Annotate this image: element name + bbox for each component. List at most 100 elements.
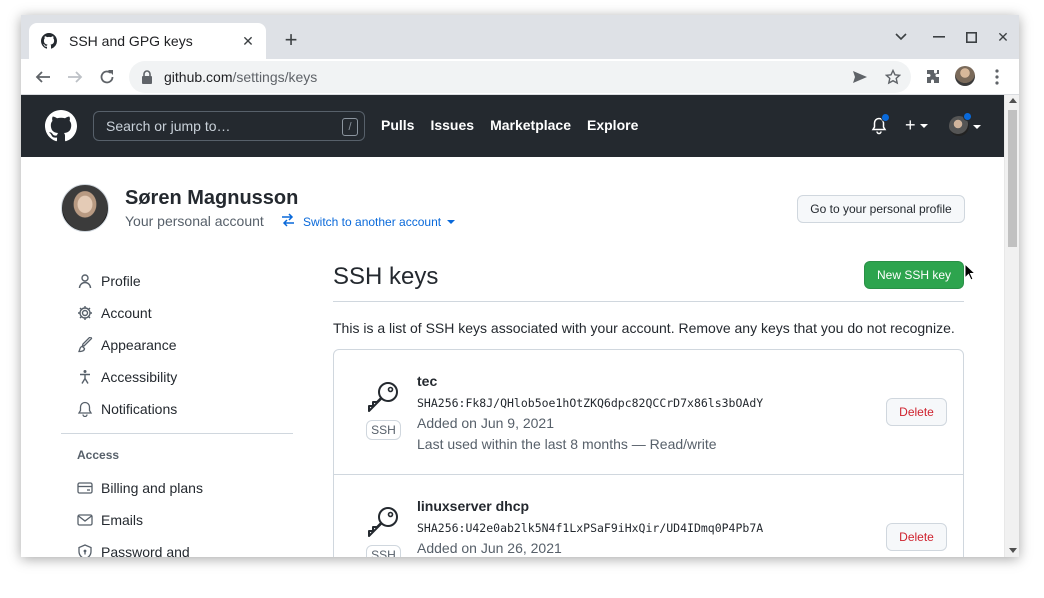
sidebar-item-appearance[interactable]: Appearance (61, 329, 293, 361)
delete-key-button[interactable]: Delete (886, 398, 947, 426)
ssh-description: This is a list of SSH keys associated wi… (333, 320, 955, 336)
sidebar-item-account[interactable]: Account (61, 297, 293, 329)
sidebar-item-label: Password and (101, 544, 190, 557)
sidebar-item-label: Appearance (101, 337, 177, 353)
page-viewport: Search or jump to… / Pulls Issues Market… (21, 95, 1004, 557)
page-scrollbar[interactable] (1004, 95, 1019, 557)
sidebar-item-profile[interactable]: Profile (61, 265, 293, 297)
tab-strip: SSH and GPG keys ✕ + ✕ (21, 15, 1019, 59)
maximize-icon[interactable] (961, 27, 981, 47)
sidebar-item-emails[interactable]: Emails (61, 504, 293, 536)
sidebar-item-accessibility[interactable]: Accessibility (61, 361, 293, 393)
chevron-down-icon (447, 219, 456, 224)
reload-icon[interactable] (95, 65, 119, 89)
url-text: github.com/settings/keys (164, 69, 318, 85)
nav-issues[interactable]: Issues (430, 117, 474, 133)
avatar-status-dot (963, 112, 972, 121)
sidebar-item-password[interactable]: Password and (61, 536, 293, 557)
github-header: Search or jump to… / Pulls Issues Market… (21, 95, 1004, 157)
scroll-up-arrow-icon[interactable] (1009, 98, 1017, 103)
person-icon (77, 273, 93, 289)
back-arrow-icon[interactable] (31, 65, 55, 89)
switch-account-link[interactable]: Switch to another account (281, 213, 456, 230)
sidebar-item-billing[interactable]: Billing and plans (61, 472, 293, 504)
sidebar-item-notifications[interactable]: Notifications (61, 393, 293, 425)
close-tab-icon[interactable]: ✕ (238, 31, 258, 51)
sidebar-item-label: Emails (101, 512, 144, 528)
key-fingerprint: SHA256:U42e0ab2lk5N4f1LxPSaF9iHxQir/UD4I… (417, 521, 764, 535)
github-search-input[interactable]: Search or jump to… / (93, 111, 365, 141)
address-bar[interactable]: github.com/settings/keys (129, 61, 911, 93)
extensions-puzzle-icon[interactable] (921, 65, 945, 89)
create-new-menu[interactable]: + (905, 115, 928, 136)
key-title: linuxserver dhcp (417, 498, 530, 514)
chevron-down-icon (919, 123, 928, 128)
shield-lock-icon (77, 544, 93, 557)
credit-card-icon (77, 480, 93, 496)
sidebar-item-label: Billing and plans (101, 480, 203, 496)
sidebar-divider (61, 433, 293, 434)
nav-marketplace[interactable]: Marketplace (490, 117, 571, 133)
sidebar-heading-access: Access (77, 448, 120, 462)
github-logo-icon[interactable] (45, 110, 77, 142)
go-to-profile-button[interactable]: Go to your personal profile (797, 195, 965, 223)
close-window-icon[interactable]: ✕ (993, 27, 1013, 47)
browser-menu-icon[interactable] (985, 65, 1009, 89)
key-added-date: Added on Jun 9, 2021 (417, 415, 555, 431)
account-subtitle: Your personal account (125, 213, 264, 229)
nav-pulls[interactable]: Pulls (381, 117, 414, 133)
tab-title: SSH and GPG keys (69, 33, 193, 49)
ssh-badge: SSH (366, 420, 401, 440)
mail-icon (77, 512, 93, 528)
account-avatar (61, 184, 109, 232)
plus-icon: + (905, 115, 916, 135)
title-divider (333, 301, 964, 302)
notifications-bell-icon[interactable] (871, 113, 890, 135)
key-icon (366, 380, 400, 414)
scroll-down-arrow-icon[interactable] (1009, 548, 1017, 553)
send-tab-icon[interactable] (848, 65, 872, 89)
account-name: Søren Magnusson (125, 187, 299, 209)
lock-icon (141, 70, 155, 84)
accessibility-icon (77, 369, 93, 385)
forward-arrow-icon[interactable] (63, 65, 87, 89)
search-shortcut-key: / (342, 118, 358, 136)
settings-sidebar: Profile Account Appearance Accessibility… (61, 265, 293, 557)
sidebar-item-label: Notifications (101, 401, 178, 417)
sidebar-item-label: Account (101, 305, 152, 321)
browser-toolbar: github.com/settings/keys (21, 59, 1019, 95)
browser-window: SSH and GPG keys ✕ + ✕ github.com/settin… (21, 15, 1019, 557)
ssh-key-row: SSH tec SHA256:Fk8J/QHlob5oe1hOtZKQ6dpc8… (334, 350, 963, 474)
sidebar-item-label: Profile (101, 273, 141, 289)
arrow-switch-icon (281, 213, 295, 230)
key-icon (366, 505, 400, 539)
tab-search-chevron-icon[interactable] (891, 27, 911, 47)
bell-icon (77, 401, 93, 417)
new-ssh-key-button[interactable]: New SSH key (864, 261, 964, 289)
new-tab-icon[interactable]: + (279, 27, 303, 52)
delete-key-button[interactable]: Delete (886, 523, 947, 551)
page-title: SSH keys (333, 263, 439, 290)
browser-profile-avatar[interactable] (955, 66, 975, 86)
scrollbar-thumb[interactable] (1008, 110, 1017, 247)
sidebar-item-label: Accessibility (101, 369, 178, 385)
bookmark-star-icon[interactable] (881, 65, 905, 89)
minimize-icon[interactable] (929, 27, 949, 47)
github-favicon-icon (41, 33, 57, 49)
gear-icon (77, 305, 93, 321)
tab-ssh-keys[interactable]: SSH and GPG keys ✕ (29, 23, 266, 59)
key-added-date: Added on Jun 26, 2021 (417, 540, 562, 556)
nav-explore[interactable]: Explore (587, 117, 638, 133)
key-last-used: Last used within the last 8 months — Rea… (417, 436, 717, 452)
search-placeholder: Search or jump to… (106, 118, 231, 134)
ssh-key-row: SSH linuxserver dhcp SHA256:U42e0ab2lk5N… (334, 474, 963, 557)
key-title: tec (417, 373, 438, 389)
notification-dot (881, 113, 890, 122)
paintbrush-icon (77, 337, 93, 353)
user-avatar-menu[interactable] (949, 112, 972, 136)
mouse-cursor-icon (964, 262, 977, 281)
ssh-keys-list: SSH tec SHA256:Fk8J/QHlob5oe1hOtZKQ6dpc8… (333, 349, 964, 557)
github-nav: Pulls Issues Marketplace Explore (381, 117, 638, 133)
switch-account-label: Switch to another account (303, 214, 442, 229)
avatar-chevron-down-icon[interactable] (973, 125, 981, 129)
